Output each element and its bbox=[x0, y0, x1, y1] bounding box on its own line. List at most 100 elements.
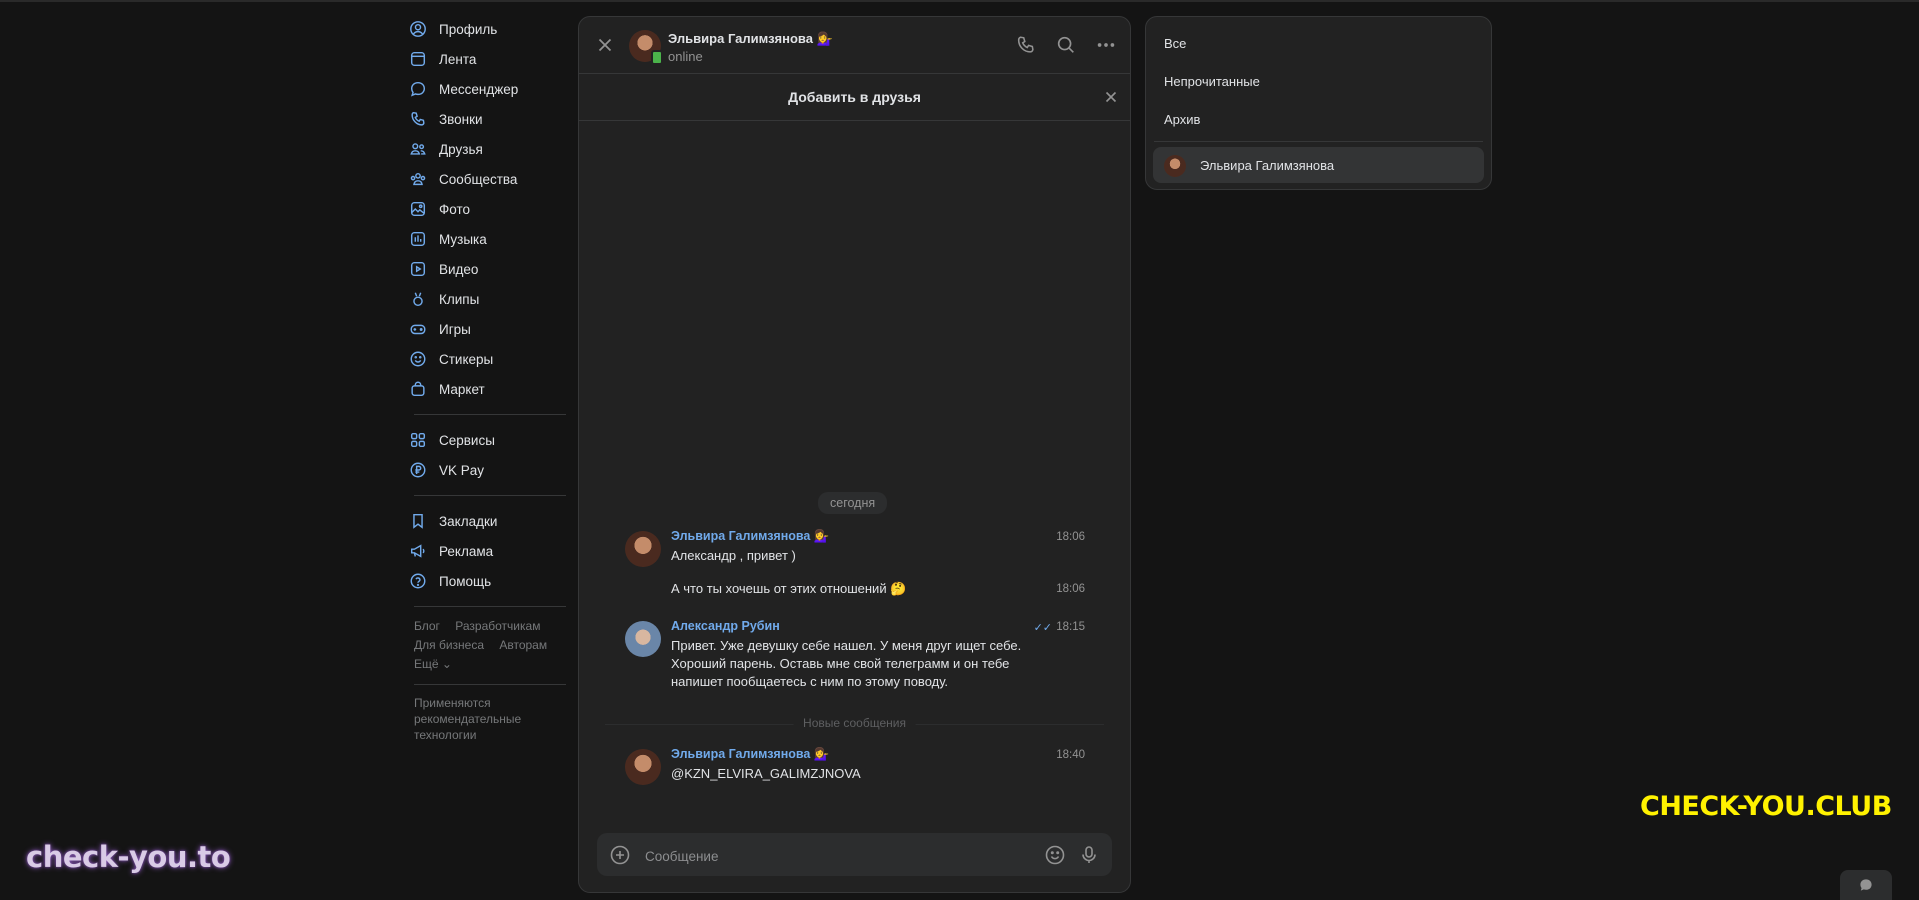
new-messages-divider: Новые сообщения bbox=[605, 716, 1104, 732]
more-button[interactable] bbox=[1092, 31, 1120, 59]
search-icon bbox=[1057, 36, 1074, 53]
top-border bbox=[0, 0, 1919, 2]
nav-item-bookmarks[interactable]: Закладки bbox=[408, 506, 568, 536]
nav-item-label: Сервисы bbox=[439, 432, 495, 448]
chat-window: Эльвира Галимзянова 💁‍♀️ online Добавить… bbox=[578, 16, 1131, 893]
nav-item-messenger[interactable]: Мессенджер bbox=[408, 74, 568, 104]
nav-item-label: Помощь bbox=[439, 573, 492, 589]
footer-link-authors[interactable]: Авторам bbox=[499, 638, 547, 652]
footer-link-more[interactable]: Ещё ⌄ bbox=[414, 657, 452, 671]
footer-link-blog[interactable]: Блог bbox=[414, 619, 440, 633]
message-composer bbox=[597, 833, 1112, 876]
nav-item-stickers[interactable]: Стикеры bbox=[408, 344, 568, 374]
emoji-button[interactable] bbox=[1044, 844, 1066, 866]
nav-item-photo[interactable]: Фото bbox=[408, 194, 568, 224]
search-button[interactable] bbox=[1052, 31, 1080, 59]
watermark-left: check-you.to bbox=[26, 840, 231, 874]
message-author[interactable]: Эльвира Галимзянова 💁‍♀️ bbox=[671, 747, 829, 762]
nav-item-label: Фото bbox=[439, 201, 471, 217]
message-input[interactable] bbox=[643, 843, 1007, 869]
message-text: А что ты хочешь от этих отношений 🤔 bbox=[671, 581, 907, 596]
nav-item-communities[interactable]: Сообщества bbox=[408, 164, 568, 194]
watermark-right: CHECK-YOU.CLUB bbox=[1640, 791, 1892, 822]
nav-item-games[interactable]: Игры bbox=[408, 314, 568, 344]
photo-icon bbox=[408, 199, 428, 219]
message-time: 18:15 bbox=[1056, 621, 1085, 633]
call-button[interactable] bbox=[1012, 31, 1040, 59]
more-icon bbox=[1097, 43, 1115, 47]
nav-item-vkpay[interactable]: VK Pay bbox=[408, 455, 568, 485]
add-friend-button[interactable]: Добавить в друзья bbox=[788, 89, 921, 105]
phone-icon bbox=[408, 109, 428, 129]
folder-all[interactable]: Все bbox=[1164, 36, 1186, 51]
chat-header: Эльвира Галимзянова 💁‍♀️ online bbox=[579, 17, 1130, 74]
message-time: 18:06 bbox=[1056, 531, 1085, 543]
nav-item-clips[interactable]: Клипы bbox=[408, 284, 568, 314]
close-icon bbox=[1105, 91, 1117, 103]
smile-icon bbox=[408, 349, 428, 369]
recommendation-note[interactable]: Применяются рекомендательные технологии bbox=[408, 695, 554, 743]
footer-link-developers[interactable]: Разработчикам bbox=[455, 619, 540, 633]
nav-item-label: Мессенджер bbox=[439, 81, 519, 97]
message-icon bbox=[1860, 879, 1872, 891]
nav-item-music[interactable]: Музыка bbox=[408, 224, 568, 254]
video-icon bbox=[408, 259, 428, 279]
nav-item-label: Звонки bbox=[439, 111, 483, 127]
nav-item-label: Маркет bbox=[439, 381, 485, 397]
folders-divider bbox=[1154, 141, 1483, 142]
message-author[interactable]: Александр Рубин bbox=[671, 619, 780, 633]
chat-contact-status: online bbox=[668, 49, 703, 64]
message-author[interactable]: Эльвира Галимзянова 💁‍♀️ bbox=[671, 529, 829, 544]
clips-icon bbox=[408, 289, 428, 309]
nav-divider bbox=[414, 495, 566, 496]
folder-chat-item[interactable]: Эльвира Галимзянова bbox=[1153, 147, 1484, 183]
nav-item-video[interactable]: Видео bbox=[408, 254, 568, 284]
nav-item-feed[interactable]: Лента bbox=[408, 44, 568, 74]
microphone-icon bbox=[1082, 846, 1096, 863]
ruble-icon bbox=[408, 460, 428, 480]
date-separator: сегодня bbox=[818, 492, 888, 514]
nav-item-services[interactable]: Сервисы bbox=[408, 425, 568, 455]
nav-item-ads[interactable]: Реклама bbox=[408, 536, 568, 566]
avatar[interactable] bbox=[625, 621, 661, 657]
chat-contact-name[interactable]: Эльвира Галимзянова 💁‍♀️ bbox=[668, 31, 833, 47]
avatar[interactable] bbox=[625, 749, 661, 785]
chat-folders-panel: Все Непрочитанные Архив Эльвира Галимзян… bbox=[1145, 16, 1492, 190]
nav-divider bbox=[414, 684, 566, 685]
close-icon bbox=[598, 38, 612, 52]
nav-item-friends[interactable]: Друзья bbox=[408, 134, 568, 164]
nav-item-help[interactable]: Помощь bbox=[408, 566, 568, 596]
new-messages-label: Новые сообщения bbox=[793, 716, 916, 730]
nav-item-label: Стикеры bbox=[439, 351, 494, 367]
nav-item-label: Музыка bbox=[439, 231, 487, 247]
plus-circle-icon bbox=[610, 845, 630, 865]
folder-unread[interactable]: Непрочитанные bbox=[1164, 74, 1260, 89]
avatar[interactable] bbox=[625, 531, 661, 567]
message-text: @KZN_ELVIRA_GALIMZJNOVA bbox=[671, 766, 861, 781]
nav-item-label: Клипы bbox=[439, 291, 480, 307]
footer-link-business[interactable]: Для бизнеса bbox=[414, 638, 484, 652]
voice-message-button[interactable] bbox=[1078, 844, 1100, 866]
nav-item-label: Реклама bbox=[439, 543, 494, 559]
grid-icon bbox=[408, 430, 428, 450]
nav-item-profile[interactable]: Профиль bbox=[408, 14, 568, 44]
nav-item-market[interactable]: Маркет bbox=[408, 374, 568, 404]
megaphone-icon bbox=[408, 541, 428, 561]
nav-item-calls[interactable]: Звонки bbox=[408, 104, 568, 134]
friends-icon bbox=[408, 139, 428, 159]
close-chat-button[interactable] bbox=[593, 33, 617, 57]
dismiss-add-friend-button[interactable] bbox=[1102, 88, 1120, 106]
folder-archive[interactable]: Архив bbox=[1164, 112, 1200, 127]
footer-links: Блог Разработчикам Для бизнеса Авторам Е… bbox=[408, 617, 568, 674]
open-chats-button[interactable] bbox=[1840, 870, 1892, 900]
nav-item-label: Видео bbox=[439, 261, 479, 277]
nav-item-label: Профиль bbox=[439, 21, 498, 37]
attach-button[interactable] bbox=[609, 844, 631, 866]
message-time: 18:40 bbox=[1056, 749, 1085, 761]
message-time: 18:06 bbox=[1056, 583, 1085, 595]
gamepad-icon bbox=[408, 319, 428, 339]
nav-item-label: Игры bbox=[439, 321, 471, 337]
left-nav: Профиль Лента Мессенджер Звонки Друзья С… bbox=[408, 14, 568, 743]
phone-icon bbox=[1017, 36, 1034, 53]
message-text: Александр , привет ) bbox=[671, 548, 796, 563]
